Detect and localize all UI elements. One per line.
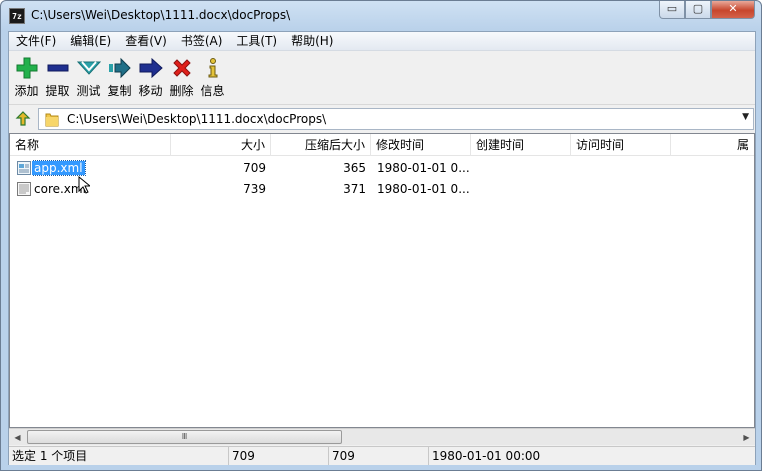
column-header: 名称 大小 压缩后大小 修改时间 创建时间 访问时间 属 — [10, 134, 754, 156]
horizontal-scrollbar[interactable]: ◀ Ⅲ ▶ — [9, 428, 755, 445]
close-button[interactable]: ✕ — [711, 1, 755, 19]
file-name: app.xml — [32, 160, 86, 176]
maximize-button[interactable]: ▢ — [685, 1, 711, 19]
status-size: 709 — [229, 446, 329, 465]
column-attributes[interactable]: 属 — [671, 134, 754, 156]
up-arrow-icon — [15, 111, 31, 126]
window-title: C:\Users\Wei\Desktop\1111.docx\docProps\ — [31, 8, 291, 22]
file-list: 名称 大小 压缩后大小 修改时间 创建时间 访问时间 属 app.xml 709… — [9, 133, 755, 428]
menu-help[interactable]: 帮助(H) — [284, 32, 340, 51]
delete-label: 删除 — [169, 84, 194, 98]
file-modified: 1980-01-01 0... — [377, 161, 470, 175]
copy-arrow-icon — [108, 56, 132, 80]
menu-bar: 文件(F) 编辑(E) 查看(V) 书签(A) 工具(T) 帮助(H) — [9, 32, 755, 51]
checkmark-icon — [76, 56, 101, 80]
menu-file[interactable]: 文件(F) — [9, 32, 63, 51]
plus-icon — [15, 56, 39, 80]
status-modified: 1980-01-01 00:00 — [429, 446, 755, 465]
scroll-right-arrow[interactable]: ▶ — [738, 429, 755, 446]
extract-button[interactable]: 提取 — [42, 52, 73, 100]
move-label: 移动 — [138, 84, 163, 98]
mouse-cursor-icon — [78, 176, 90, 194]
menu-tools[interactable]: 工具(T) — [229, 32, 284, 51]
client-area: 文件(F) 编辑(E) 查看(V) 书签(A) 工具(T) 帮助(H) 添加 提… — [8, 31, 756, 465]
file-packed-size: 371 — [343, 182, 366, 196]
window-frame: 7z C:\Users\Wei\Desktop\1111.docx\docPro… — [0, 0, 762, 471]
delete-x-icon — [170, 56, 194, 80]
xml-file-icon — [17, 182, 31, 196]
path-text: C:\Users\Wei\Desktop\1111.docx\docProps\ — [67, 112, 327, 126]
add-button[interactable]: 添加 — [11, 52, 42, 100]
test-button[interactable]: 测试 — [73, 52, 104, 100]
file-packed-size: 365 — [343, 161, 366, 175]
menu-view[interactable]: 查看(V) — [118, 32, 174, 51]
file-size: 739 — [243, 182, 266, 196]
file-size: 709 — [243, 161, 266, 175]
title-bar[interactable]: 7z C:\Users\Wei\Desktop\1111.docx\docPro… — [1, 1, 761, 31]
dropdown-arrow-icon[interactable]: ▼ — [742, 112, 749, 122]
path-combobox[interactable]: C:\Users\Wei\Desktop\1111.docx\docProps\… — [38, 108, 754, 130]
menu-bookmarks[interactable]: 书签(A) — [174, 32, 230, 51]
menu-edit[interactable]: 编辑(E) — [63, 32, 118, 51]
move-arrow-icon — [139, 56, 163, 80]
column-size[interactable]: 大小 — [171, 134, 271, 156]
status-bar: 选定 1 个项目 709 709 1980-01-01 00:00 — [9, 446, 755, 465]
extract-label: 提取 — [45, 84, 70, 98]
add-label: 添加 — [14, 84, 39, 98]
info-icon — [201, 56, 225, 80]
folder-icon — [45, 113, 59, 127]
7zip-app-icon[interactable]: 7z — [9, 8, 25, 24]
minus-icon — [46, 56, 70, 80]
copy-button[interactable]: 复制 — [104, 52, 135, 100]
copy-label: 复制 — [107, 84, 132, 98]
move-button[interactable]: 移动 — [135, 52, 166, 100]
list-item[interactable]: core.xml 739 371 1980-01-01 0... — [10, 179, 754, 200]
scroll-left-arrow[interactable]: ◀ — [9, 429, 26, 446]
status-packed: 709 — [329, 446, 429, 465]
info-button[interactable]: 信息 — [197, 52, 228, 100]
column-packed-size[interactable]: 压缩后大小 — [271, 134, 371, 156]
status-selection: 选定 1 个项目 — [9, 446, 229, 465]
up-folder-button[interactable] — [12, 109, 34, 129]
xml-file-icon — [17, 161, 31, 175]
column-modified[interactable]: 修改时间 — [371, 134, 471, 156]
address-bar: C:\Users\Wei\Desktop\1111.docx\docProps\… — [9, 104, 755, 132]
file-modified: 1980-01-01 0... — [377, 182, 470, 196]
scrollbar-thumb[interactable]: Ⅲ — [27, 430, 342, 444]
delete-button[interactable]: 删除 — [166, 52, 197, 100]
window-controls: ▭ ▢ ✕ — [659, 1, 755, 19]
column-accessed[interactable]: 访问时间 — [571, 134, 671, 156]
info-label: 信息 — [200, 84, 225, 98]
column-name[interactable]: 名称 — [10, 134, 171, 156]
toolbar: 添加 提取 测试 复制 移动 删除 信息 — [9, 52, 755, 102]
column-created[interactable]: 创建时间 — [471, 134, 571, 156]
list-item[interactable]: app.xml 709 365 1980-01-01 0... — [10, 158, 754, 179]
test-label: 测试 — [76, 84, 101, 98]
minimize-button[interactable]: ▭ — [659, 1, 685, 19]
